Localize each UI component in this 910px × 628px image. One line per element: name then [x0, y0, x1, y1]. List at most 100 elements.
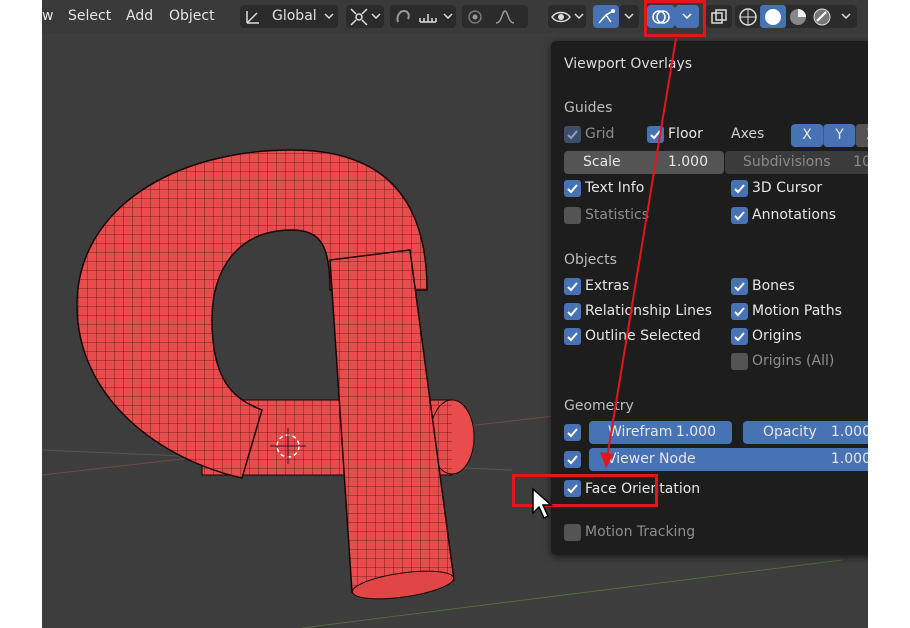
xray-toggle[interactable]	[706, 5, 732, 28]
falloff-curve-icon	[495, 10, 515, 24]
chevron-down-icon	[624, 13, 634, 20]
floor-checkbox[interactable]	[647, 126, 664, 143]
chevron-down-icon	[841, 13, 851, 20]
text-info-label: Text Info	[585, 180, 645, 196]
scale-field[interactable]: Scale 1.000	[564, 151, 724, 174]
axis-z-toggle[interactable]: Z	[855, 124, 868, 147]
outline-selected-label: Outline Selected	[585, 328, 701, 344]
statistics-checkbox[interactable]	[564, 207, 581, 224]
rendered-shading-icon	[813, 8, 831, 26]
solid-shading-icon	[765, 9, 781, 25]
proportional-editing-icon	[468, 10, 482, 24]
checkmark-icon	[650, 130, 661, 140]
outline-selected-checkbox[interactable]	[564, 328, 581, 345]
gizmo-dropdown[interactable]	[619, 5, 639, 28]
chevron-down-icon	[574, 13, 584, 20]
chevron-down-icon	[371, 13, 381, 20]
orientation-icon	[246, 11, 259, 24]
origins-checkbox[interactable]	[731, 328, 748, 345]
opacity-field[interactable]: Opacity 1.000	[743, 421, 868, 444]
opacity-value: 1.000	[830, 424, 868, 440]
geometry-heading: Geometry	[564, 398, 634, 414]
origins-all-label: Origins (All)	[752, 353, 835, 369]
xray-icon	[711, 9, 727, 24]
3d-cursor-label: 3D Cursor	[752, 180, 823, 196]
popover-title: Viewport Overlays	[564, 56, 693, 72]
visibility-dropdown[interactable]	[548, 5, 586, 28]
text-info-checkbox[interactable]	[564, 180, 581, 197]
gizmo-icon	[598, 9, 615, 24]
annotations-checkbox[interactable]	[731, 207, 748, 224]
grid-label: Grid	[585, 126, 615, 142]
motion-tracking-checkbox[interactable]	[564, 524, 581, 541]
transform-orientation-dropdown[interactable]: Global	[240, 5, 338, 28]
checkmark-icon	[734, 282, 745, 292]
bones-checkbox[interactable]	[731, 278, 748, 295]
axis-x-toggle[interactable]: X	[791, 124, 823, 147]
3d-cursor-checkbox[interactable]	[731, 180, 748, 197]
origins-all-checkbox[interactable]	[731, 353, 748, 370]
checkmark-icon	[567, 282, 578, 292]
extras-label: Extras	[585, 278, 630, 294]
axis-y-toggle[interactable]: Y	[823, 124, 855, 147]
statistics-label: Statistics	[585, 207, 649, 223]
menu-add[interactable]: Add	[126, 8, 153, 24]
opacity-label: Opacity	[763, 424, 817, 440]
checkmark-icon	[734, 307, 745, 317]
checkmark-icon	[567, 332, 578, 342]
subdivisions-value: 10	[853, 154, 868, 170]
subdivisions-label: Subdivisions	[743, 154, 831, 170]
origins-label: Origins	[752, 328, 802, 344]
shading-modes[interactable]	[735, 5, 857, 28]
eye-icon	[551, 11, 571, 23]
viewer-node-field[interactable]: Viewer Node 1.000	[589, 448, 868, 471]
viewport-header: w Select Add Object Global	[42, 0, 868, 33]
relationship-lines-checkbox[interactable]	[564, 303, 581, 320]
scale-label: Scale	[583, 154, 621, 170]
motion-paths-checkbox[interactable]	[731, 303, 748, 320]
scale-value: 1.000	[667, 154, 708, 170]
pivot-point-dropdown[interactable]	[346, 5, 384, 28]
chevron-down-icon	[443, 13, 453, 20]
checkmark-icon	[734, 211, 745, 221]
subdivisions-field[interactable]: Subdivisions 10	[725, 151, 868, 174]
show-gizmo-toggle[interactable]	[593, 5, 619, 28]
mouse-pointer-icon	[532, 487, 553, 520]
material-shading-icon	[790, 9, 806, 25]
guides-heading: Guides	[564, 100, 613, 116]
annotations-label: Annotations	[752, 207, 837, 223]
bones-label: Bones	[752, 278, 795, 294]
snap-magnet-icon	[396, 9, 410, 23]
checkmark-icon	[567, 184, 578, 194]
checkmark-icon	[567, 130, 578, 140]
extras-checkbox[interactable]	[564, 278, 581, 295]
3d-viewport[interactable]: w Select Add Object Global Viewport Over…	[42, 0, 868, 628]
menu-select[interactable]: Select	[68, 8, 111, 24]
proportional-editing-group[interactable]	[462, 5, 528, 28]
viewer-node-label: Viewer Node	[607, 451, 696, 467]
viewer-node-checkbox[interactable]	[564, 451, 581, 468]
wireframe-value: 1.000	[675, 424, 716, 440]
wireframe-label: Wirefram	[608, 424, 673, 440]
checkmark-icon	[567, 307, 578, 317]
menu-object[interactable]: Object	[169, 8, 215, 24]
pivot-icon	[350, 8, 368, 26]
motion-tracking-label: Motion Tracking	[585, 524, 696, 540]
snap-group[interactable]	[390, 5, 456, 28]
snap-increment-icon	[419, 14, 437, 23]
overlays-button-highlight	[644, 0, 706, 37]
menu-view-cut[interactable]: w	[42, 8, 53, 24]
viewer-node-value: 1.000	[830, 451, 868, 467]
orientation-label: Global	[272, 8, 317, 24]
checkmark-icon	[734, 184, 745, 194]
grid-checkbox[interactable]	[564, 126, 581, 143]
chevron-down-icon	[324, 13, 334, 20]
wireframe-checkbox[interactable]	[564, 424, 581, 441]
checkmark-icon	[567, 428, 578, 438]
floor-label: Floor	[668, 126, 703, 142]
wireframe-shading-icon	[739, 8, 757, 26]
solid-shading-button[interactable]	[760, 5, 786, 28]
wireframe-field[interactable]: Wirefram 1.000	[589, 421, 732, 444]
motion-paths-label: Motion Paths	[752, 303, 842, 319]
checkmark-icon	[734, 332, 745, 342]
